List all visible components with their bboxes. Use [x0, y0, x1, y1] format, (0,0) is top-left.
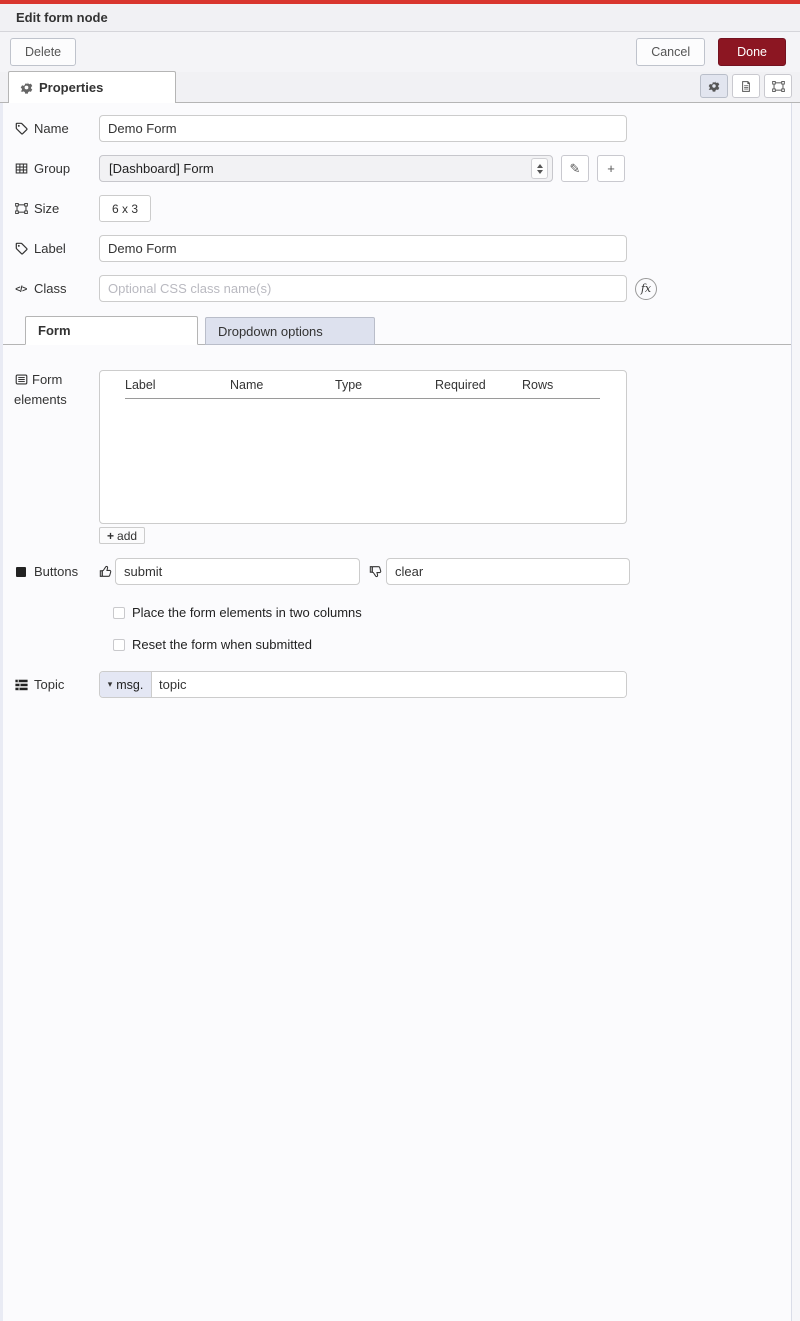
thumbs-down-icon: [369, 564, 384, 579]
form-elements-label-cell: Form elements: [0, 370, 99, 410]
dialog-header: Edit form node: [0, 4, 800, 32]
topic-label: Topic: [34, 677, 64, 692]
label-label-cell: Label: [0, 241, 99, 256]
delete-button[interactable]: Delete: [10, 38, 76, 66]
size-row: Size 6 x 3: [0, 195, 800, 222]
fx-badge[interactable]: fx: [635, 278, 657, 300]
chevron-down-icon: ▾: [108, 679, 113, 690]
table-icon: [14, 162, 28, 175]
vertical-scrollbar[interactable]: [791, 103, 800, 1321]
topic-label-cell: Topic: [0, 677, 99, 692]
label-row: Label: [0, 235, 800, 262]
form-subtab-bar: Form Dropdown options: [0, 316, 800, 345]
dialog-button-bar: Delete Cancel Done: [0, 32, 800, 72]
code-icon: </>: [14, 284, 28, 294]
editor-tab-tools: [700, 74, 792, 98]
two-columns-option: Place the form elements in two columns: [113, 605, 800, 620]
properties-panel: Name Group [Dashboard] Form ✎ +: [0, 103, 800, 698]
size-label: Size: [34, 201, 59, 216]
editor-tab-bar: Properties: [0, 72, 800, 103]
name-row: Name: [0, 115, 800, 142]
gear-icon: [19, 81, 33, 94]
plus-icon: +: [604, 161, 618, 176]
document-icon: [739, 80, 753, 93]
form-elements-list[interactable]: Label Name Type Required Rows: [99, 370, 627, 524]
form-elements-row: Form elements Label Name Type Required R…: [0, 370, 800, 524]
size-button[interactable]: 6 x 3: [99, 195, 151, 222]
header-divider: [125, 398, 600, 399]
appearance-icon-button[interactable]: [764, 74, 792, 98]
dialog-title: Edit form node: [16, 10, 108, 25]
tab-properties-label: Properties: [39, 80, 103, 95]
form-elements-header: Label Name Type Required Rows: [100, 378, 626, 392]
two-columns-checkbox[interactable]: [113, 607, 125, 619]
topic-prefix-label: msg.: [116, 678, 143, 692]
label-input[interactable]: [99, 235, 627, 262]
buttons-label-cell: Buttons: [0, 564, 99, 579]
submit-button-input[interactable]: [115, 558, 360, 585]
class-row: </> Class fx: [0, 275, 800, 302]
left-edge-strip: [0, 103, 3, 1321]
tag-icon: [14, 242, 28, 255]
label-label: Label: [34, 241, 66, 256]
reset-form-label: Reset the form when submitted: [132, 637, 312, 652]
class-label-cell: </> Class: [0, 281, 99, 296]
class-label: Class: [34, 281, 67, 296]
name-input[interactable]: [99, 115, 627, 142]
object-group-icon: [771, 80, 785, 93]
done-button[interactable]: Done: [718, 38, 786, 66]
tasks-icon: [14, 679, 28, 691]
square-icon: [14, 567, 28, 577]
size-label-cell: Size: [0, 201, 99, 216]
group-select[interactable]: [Dashboard] Form: [99, 155, 553, 182]
buttons-row: Buttons: [0, 558, 800, 585]
topic-value-input[interactable]: [152, 672, 626, 697]
group-selected-value: [Dashboard] Form: [109, 161, 531, 176]
two-columns-label: Place the form elements in two columns: [132, 605, 362, 620]
group-label-cell: Group: [0, 161, 99, 176]
group-label: Group: [34, 161, 70, 176]
tab-dropdown-options[interactable]: Dropdown options: [205, 317, 375, 345]
clear-button-input[interactable]: [386, 558, 630, 585]
tab-form-label: Form: [38, 323, 71, 338]
description-icon-button[interactable]: [732, 74, 760, 98]
tag-icon: [14, 122, 28, 135]
plus-icon: +: [107, 529, 114, 543]
tab-properties[interactable]: Properties: [8, 71, 176, 103]
name-label: Name: [34, 121, 69, 136]
tab-dropdown-options-label: Dropdown options: [218, 324, 323, 339]
column-header-name: Name: [230, 378, 335, 392]
object-group-icon: [14, 202, 28, 215]
buttons-label: Buttons: [34, 564, 78, 579]
column-header-required: Required: [435, 378, 522, 392]
column-header-type: Type: [335, 378, 435, 392]
thumbs-up-icon: [99, 564, 114, 579]
pencil-icon: ✎: [568, 161, 582, 177]
edit-group-button[interactable]: ✎: [561, 155, 589, 182]
add-element-button[interactable]: + add: [99, 527, 145, 544]
cancel-button[interactable]: Cancel: [636, 38, 705, 66]
name-label-cell: Name: [0, 121, 99, 136]
add-element-label: add: [117, 529, 137, 543]
topic-type-select[interactable]: ▾ msg.: [100, 672, 152, 697]
tab-form[interactable]: Form: [25, 316, 198, 345]
properties-icon-button[interactable]: [700, 74, 728, 98]
column-header-label: Label: [125, 378, 230, 392]
topic-typed-input: ▾ msg.: [99, 671, 627, 698]
group-row: Group [Dashboard] Form ✎ +: [0, 155, 800, 182]
reset-form-option: Reset the form when submitted: [113, 637, 800, 652]
topic-row: Topic ▾ msg.: [0, 671, 800, 698]
gear-icon: [707, 80, 721, 92]
column-header-rows: Rows: [522, 378, 553, 392]
list-icon: [14, 373, 28, 386]
select-stepper-icon: [531, 158, 548, 179]
add-group-button[interactable]: +: [597, 155, 625, 182]
class-input[interactable]: [99, 275, 627, 302]
reset-form-checkbox[interactable]: [113, 639, 125, 651]
